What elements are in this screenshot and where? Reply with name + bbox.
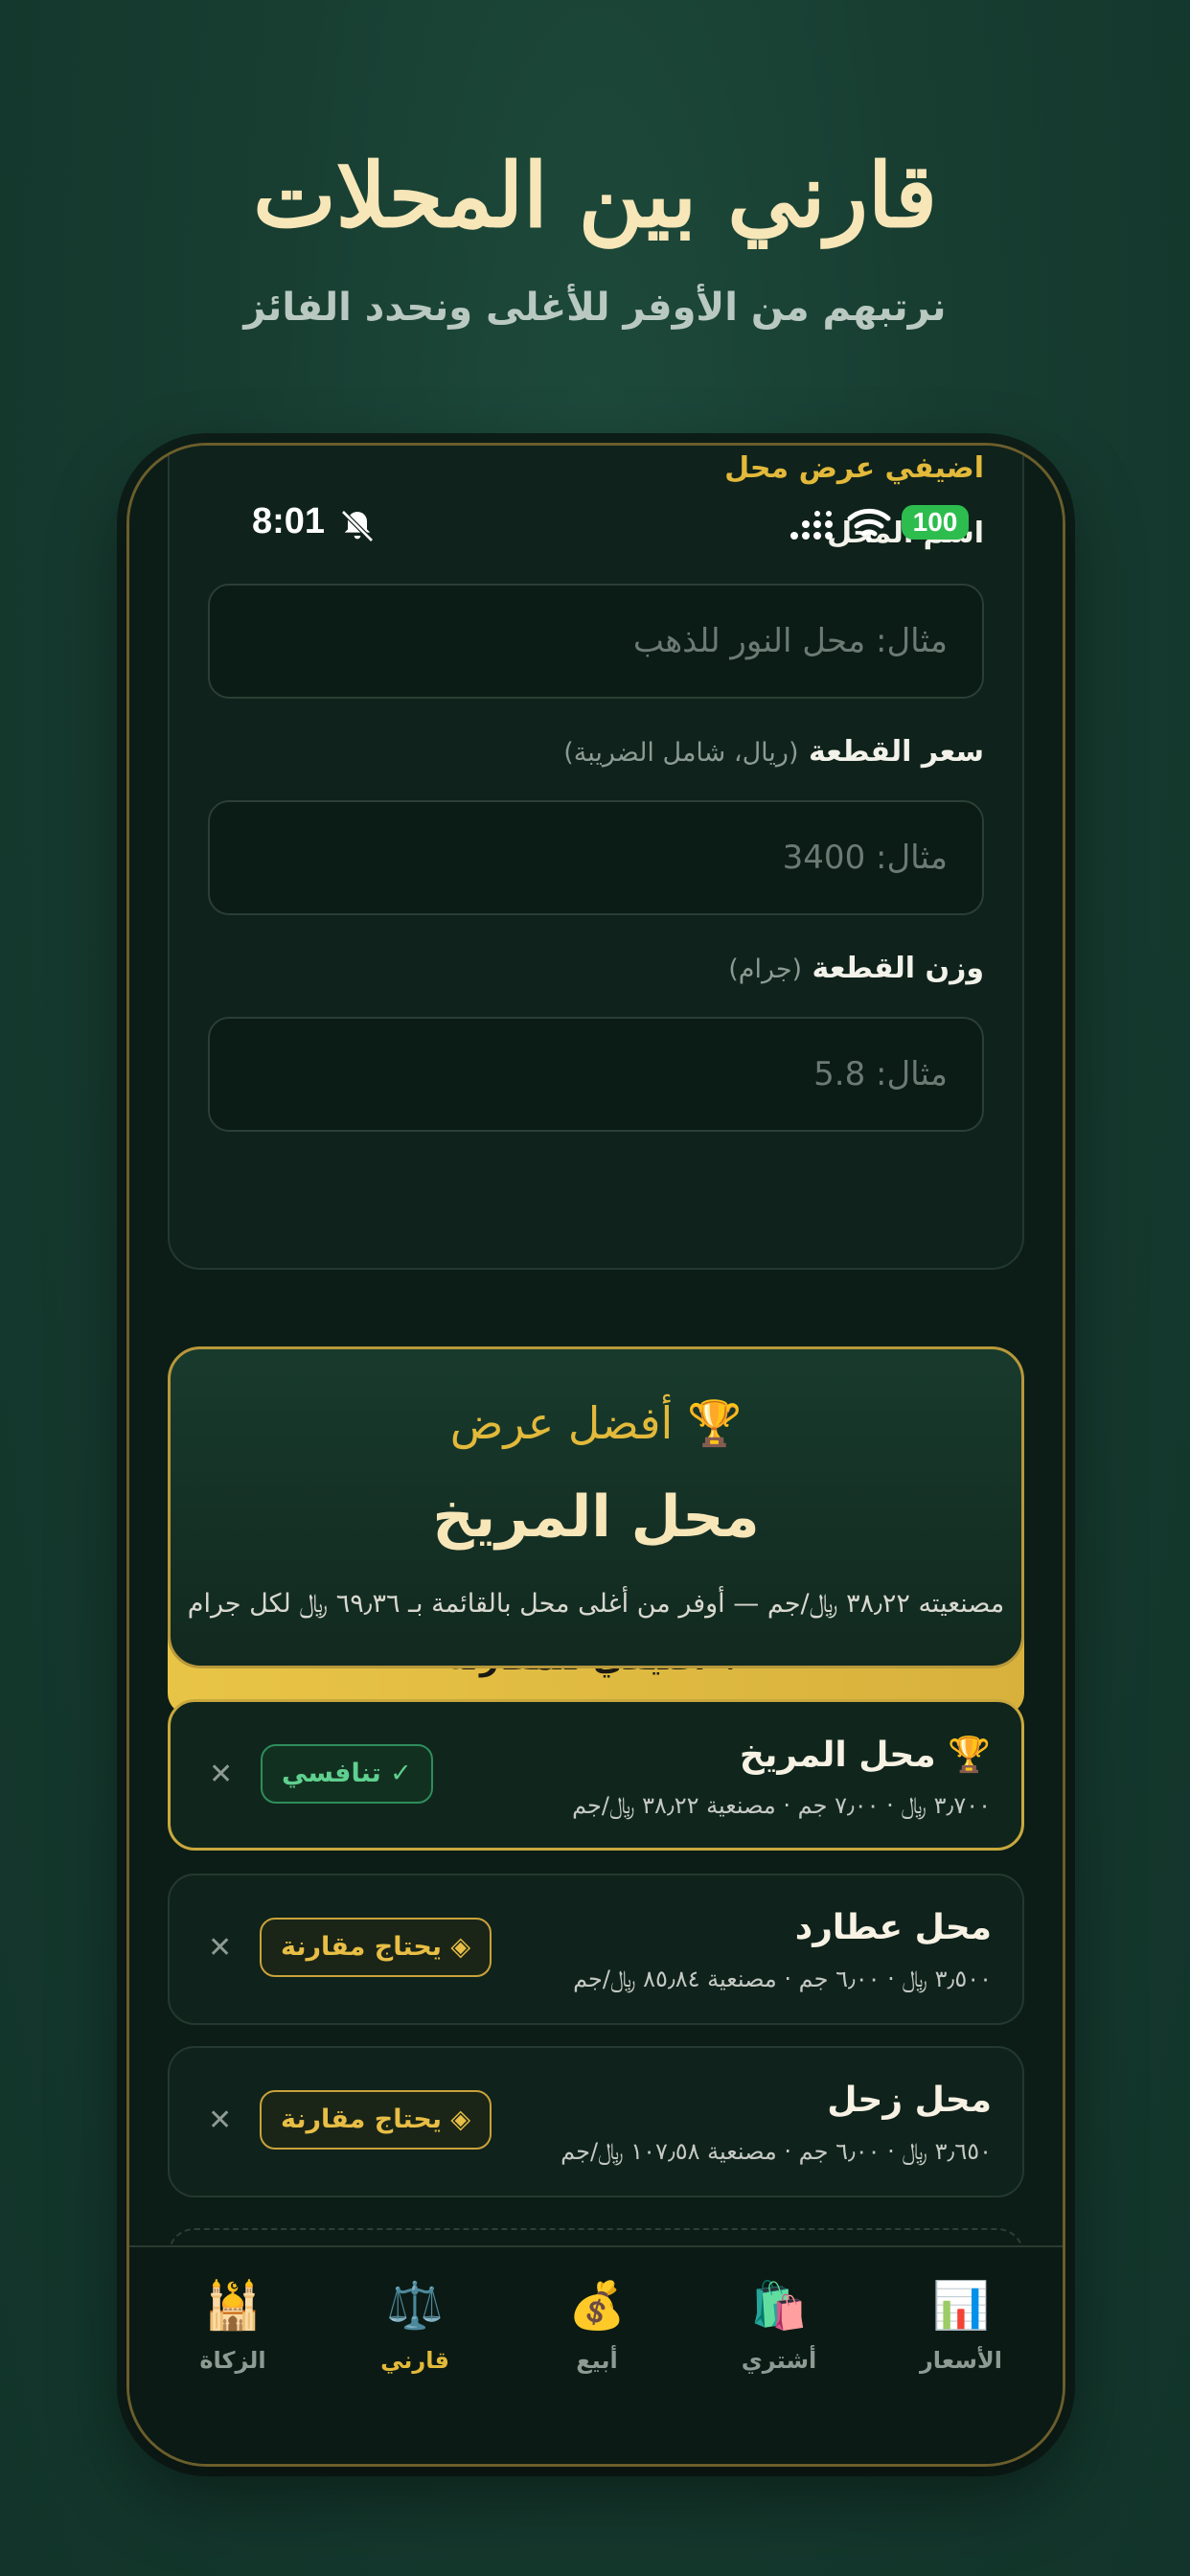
best-offer-description: مصنعيته ٣٨٫٢٢ ﷼/جم — أوفر من أغلى محل با…	[187, 1589, 1005, 1619]
tab-label: أشتري	[741, 2347, 817, 2374]
price-label: سعر القطعة (ريال، شامل الضريبة)	[563, 735, 984, 769]
shop-meta: ٣٫٧٠٠ ﷼ · ٧٫٠٠ جم · مصنعية ٣٨٫٢٢ ﷼/جم	[572, 1792, 991, 1819]
tab-label: الزكاة	[199, 2347, 266, 2374]
shop-name: 🏆 محل المريخ	[739, 1736, 991, 1775]
shop-name: محل عطارد	[794, 1908, 992, 1947]
chart-icon: 📊	[932, 2279, 990, 2333]
form-heading: اضيفي عرض محل	[724, 451, 984, 485]
wifi-icon	[847, 508, 891, 542]
battery-indicator: 100	[902, 505, 969, 540]
phone-frame: اضيفي عرض محل اسم المحل سعر القطعة (ريال…	[126, 443, 1065, 2467]
shop-name: محل زحل	[827, 2081, 992, 2120]
status-bar: 8:01 100	[129, 494, 1063, 561]
add-offer-form: اضيفي عرض محل اسم المحل سعر القطعة (ريال…	[168, 446, 1024, 1270]
tab-label: أبيع	[576, 2347, 618, 2374]
status-badge: ◈ يحتاج مقارنة	[260, 2090, 492, 2150]
money-bag-icon: 💰	[568, 2279, 626, 2333]
mosque-icon: 🕌	[204, 2279, 262, 2333]
shop-meta: ٣٫٥٠٠ ﷼ · ٦٫٠٠ جم · مصنعية ٨٥٫٨٤ ﷼/جم	[573, 1966, 992, 1992]
best-offer-tag: 🏆 أفضل عرض	[449, 1397, 743, 1449]
weight-label-text: وزن القطعة	[812, 952, 984, 985]
shop-card[interactable]: 🏆 محل المريخ ٣٫٧٠٠ ﷼ · ٧٫٠٠ جم · مصنعية …	[168, 1699, 1024, 1851]
tab-label: قارني	[380, 2347, 449, 2374]
remove-shop-button[interactable]: ✕	[208, 1931, 232, 1965]
bell-muted-icon	[341, 510, 374, 542]
tab-buy[interactable]: 🛍️ أشتري	[712, 2272, 846, 2374]
weight-label-hint: (جرام)	[728, 954, 803, 984]
remove-shop-button[interactable]: ✕	[208, 2104, 232, 2137]
tab-prices[interactable]: 📊 الأسعار	[894, 2272, 1028, 2374]
shop-card[interactable]: محل عطارد ٣٫٥٠٠ ﷼ · ٦٫٠٠ جم · مصنعية ٨٥٫…	[168, 1874, 1024, 2025]
shop-meta: ٣٫٦٥٠ ﷼ · ٦٫٠٠ جم · مصنعية ١٠٧٫٥٨ ﷼/جم	[561, 2138, 992, 2165]
hero-subtitle: نرتبهم من الأوفر للأغلى ونحدد الفائز	[243, 286, 947, 330]
tab-label: الأسعار	[919, 2347, 1003, 2374]
weight-label: وزن القطعة (جرام)	[728, 952, 984, 985]
price-label-text: سعر القطعة	[808, 735, 984, 769]
price-input[interactable]	[208, 800, 984, 915]
tab-compare[interactable]: ⚖️ قارني	[348, 2272, 482, 2374]
status-badge: ✓ تنافسي	[261, 1744, 433, 1804]
price-label-hint: (ريال، شامل الضريبة)	[563, 738, 799, 768]
shop-name-input[interactable]	[208, 584, 984, 699]
best-offer-card: 🏆 أفضل عرض محل المريخ مصنعيته ٣٨٫٢٢ ﷼/جم…	[168, 1346, 1024, 1668]
tab-sell[interactable]: 💰 أبيع	[530, 2272, 664, 2374]
status-badge: ◈ يحتاج مقارنة	[260, 1918, 492, 1977]
weight-input[interactable]	[208, 1017, 984, 1132]
status-time: 8:01	[252, 501, 326, 541]
remove-shop-button[interactable]: ✕	[209, 1758, 233, 1791]
shop-card[interactable]: محل زحل ٣٫٦٥٠ ﷼ · ٦٫٠٠ جم · مصنعية ١٠٧٫٥…	[168, 2046, 1024, 2197]
shopping-bags-icon: 🛍️	[750, 2279, 808, 2333]
bottom-tab-bar: 📊 الأسعار 🛍️ أشتري 💰 أبيع ⚖️ قارني 🕌 الز…	[129, 2245, 1063, 2464]
hero-title: قارني بين المحلات	[253, 144, 937, 247]
app-screen: اضيفي عرض محل اسم المحل سعر القطعة (ريال…	[129, 446, 1063, 2464]
best-offer-name: محل المريخ	[432, 1484, 760, 1551]
scales-icon: ⚖️	[386, 2279, 444, 2333]
tab-zakat[interactable]: 🕌 الزكاة	[166, 2272, 300, 2374]
signal-icon	[790, 511, 833, 540]
